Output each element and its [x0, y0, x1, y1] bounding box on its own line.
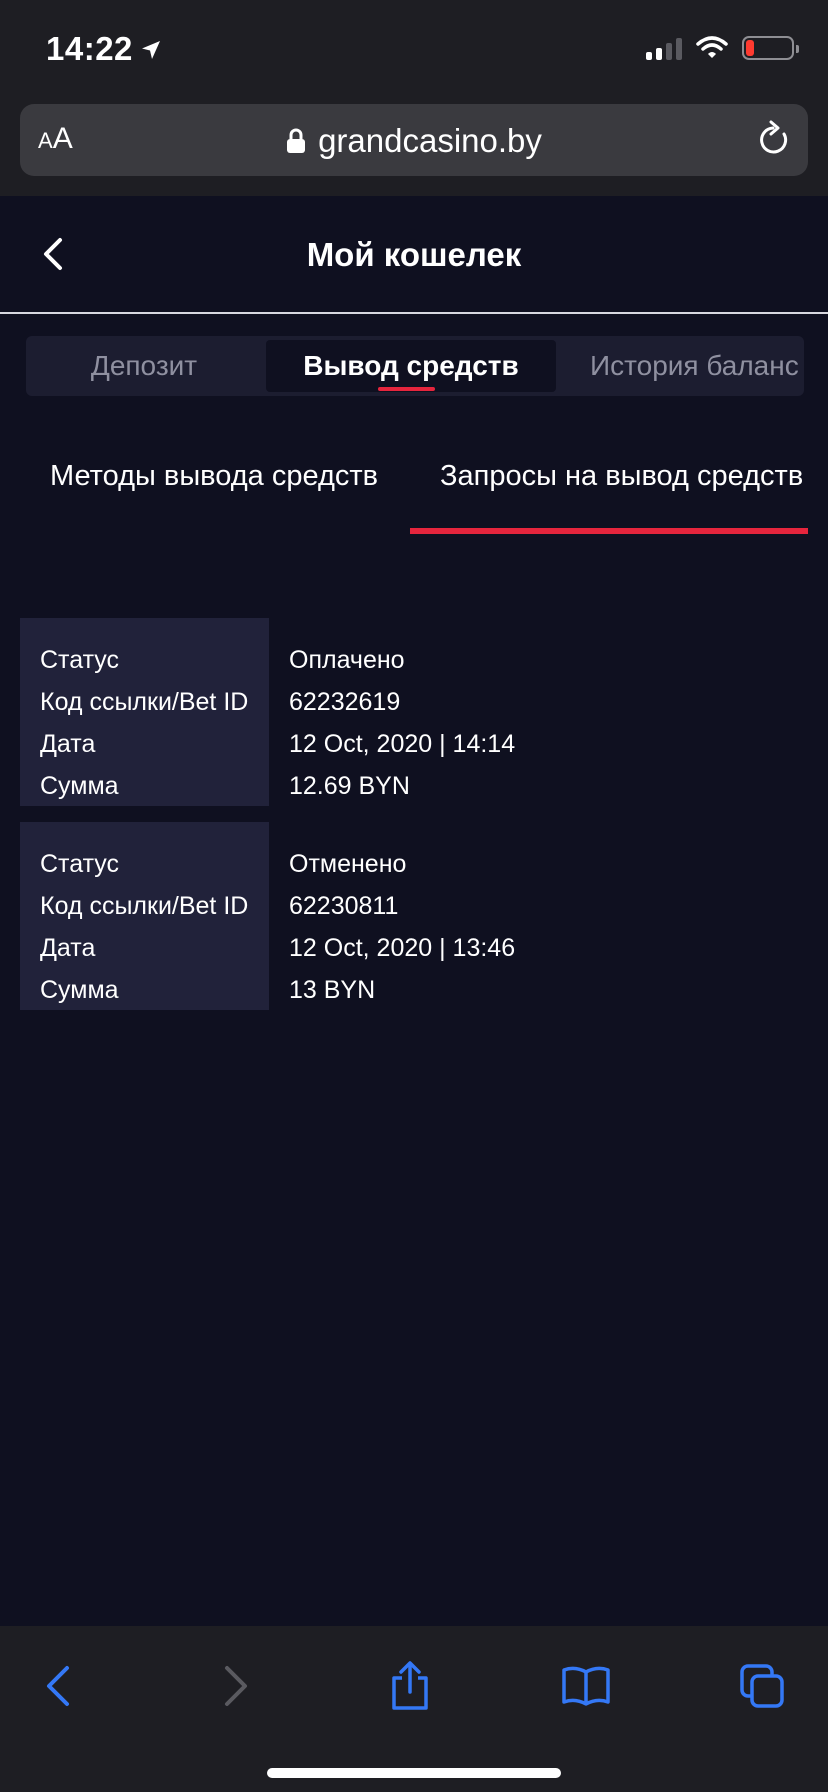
forward-button[interactable]: [206, 1656, 266, 1716]
bet-id-label: Код ссылки/Bet ID: [40, 688, 249, 716]
tabs-button[interactable]: [732, 1656, 792, 1716]
subtab-withdrawal-requests[interactable]: Запросы на вывод средств: [440, 460, 803, 493]
date-label: Дата: [40, 730, 96, 758]
browser-toolbar: [0, 1626, 828, 1792]
back-arrow-icon: [47, 1666, 69, 1706]
page-title: Мой кошелек: [306, 236, 522, 273]
status-value: Оплачено: [289, 646, 405, 674]
active-subtab-indicator: [410, 528, 808, 534]
status-bar: 14:22: [0, 0, 828, 100]
battery-low-icon: [742, 36, 799, 60]
reload-icon[interactable]: [754, 120, 792, 160]
bet-id-value: 62230811: [289, 892, 399, 920]
bet-id-value: 62232619: [289, 688, 401, 716]
tab-deposit[interactable]: Депозит: [26, 336, 262, 396]
withdrawal-request-card: Статус Код ссылки/Bet ID Дата Сумма Опла…: [20, 618, 808, 806]
amount-value: 13 BYN: [289, 976, 376, 1004]
amount-label: Сумма: [40, 772, 119, 800]
date-value: 12 Oct, 2020 | 13:46: [289, 934, 516, 962]
bet-id-label: Код ссылки/Bet ID: [40, 892, 249, 920]
url-domain: grandcasino.by: [318, 122, 542, 159]
tabs-icon: [740, 1664, 784, 1708]
url-display[interactable]: grandcasino.by: [20, 122, 808, 160]
browser-top-chrome: 14:22 AA grandcasino.by: [0, 0, 828, 196]
forward-arrow-icon: [225, 1666, 247, 1706]
tab-balance-history[interactable]: История баланс: [590, 336, 804, 396]
page-header: Мой кошелек: [0, 196, 828, 314]
address-bar[interactable]: AA grandcasino.by: [20, 104, 808, 176]
status-icons: [646, 36, 799, 60]
withdrawal-subtabs: Методы вывода средств Запросы на вывод с…: [0, 440, 828, 536]
date-value: 12 Oct, 2020 | 14:14: [289, 730, 516, 758]
active-tab-indicator: [378, 387, 435, 391]
status-time-container: 14:22: [46, 30, 163, 68]
location-arrow-icon: [141, 41, 160, 59]
tab-withdrawal[interactable]: Вывод средств: [266, 340, 556, 392]
withdrawal-request-card: Статус Код ссылки/Bet ID Дата Сумма Отме…: [20, 822, 808, 1010]
wifi-icon: [696, 36, 728, 58]
amount-label: Сумма: [40, 976, 119, 1004]
status-time: 14:22: [46, 30, 133, 67]
share-button[interactable]: [380, 1656, 440, 1716]
amount-value: 12.69 BYN: [289, 772, 410, 800]
lock-icon: [287, 128, 306, 153]
status-label: Статус: [40, 850, 120, 878]
bookmarks-button[interactable]: [556, 1656, 616, 1716]
bookmarks-icon: [562, 1666, 610, 1706]
subtab-withdrawal-methods[interactable]: Методы вывода средств: [50, 460, 378, 493]
share-icon: [392, 1661, 428, 1710]
back-button[interactable]: [28, 1656, 88, 1716]
status-value: Отменено: [289, 850, 407, 878]
home-indicator[interactable]: [267, 1768, 561, 1778]
wallet-tabs: Депозит Вывод средств История баланс: [26, 336, 804, 396]
status-label: Статус: [40, 646, 120, 674]
signal-icon: [646, 36, 682, 60]
date-label: Дата: [40, 934, 96, 962]
